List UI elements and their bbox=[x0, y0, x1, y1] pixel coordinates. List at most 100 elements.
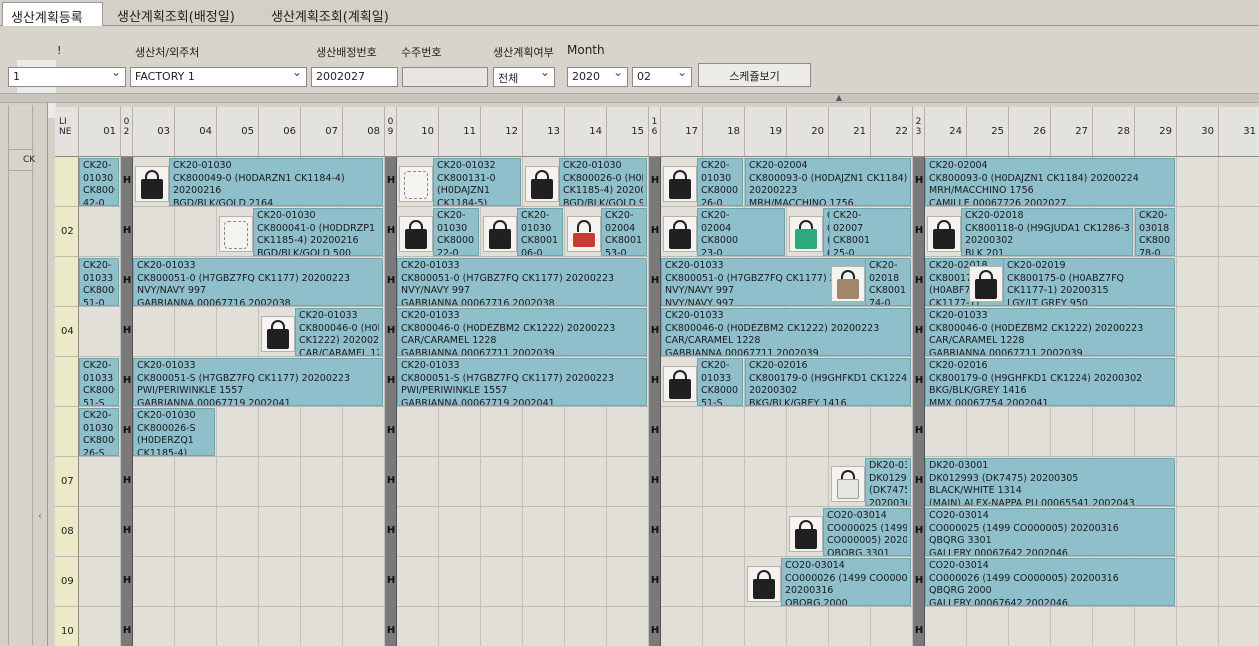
schedule-cell[interactable] bbox=[523, 457, 565, 507]
schedule-cell[interactable] bbox=[829, 607, 871, 646]
schedule-cell[interactable] bbox=[481, 457, 523, 507]
schedule-cell[interactable] bbox=[871, 607, 913, 646]
factory-select[interactable]: FACTORY 1 bbox=[130, 67, 307, 87]
schedule-cell[interactable] bbox=[745, 457, 787, 507]
panel-splitter[interactable]: ▲ bbox=[0, 93, 1259, 103]
line2-bar-d[interactable]: CK20- 02004 CK8001 53-0 bbox=[601, 208, 647, 256]
schedule-cell[interactable] bbox=[1135, 607, 1177, 646]
order-no-input[interactable] bbox=[402, 67, 488, 87]
schedule-cell[interactable] bbox=[343, 507, 385, 557]
line7-bar-a[interactable]: DK20-03001DK012993(DK7475)20200305 bbox=[865, 458, 911, 506]
schedule-cell[interactable] bbox=[79, 207, 121, 257]
collapse-up-icon[interactable]: ▲ bbox=[832, 93, 846, 102]
schedule-cell[interactable] bbox=[175, 607, 217, 646]
schedule-cell[interactable] bbox=[1219, 157, 1259, 207]
schedule-cell[interactable] bbox=[703, 457, 745, 507]
year-select[interactable]: 2020 bbox=[567, 67, 628, 87]
schedule-cell[interactable] bbox=[439, 507, 481, 557]
schedule-cell[interactable] bbox=[175, 507, 217, 557]
tab-plan-query-assign[interactable]: 생산계획조회(배정일) bbox=[109, 2, 259, 26]
schedule-cell[interactable] bbox=[967, 407, 1009, 457]
schedule-cell[interactable] bbox=[1219, 307, 1259, 357]
line5-bar-c[interactable]: CK20-01033 CK800051-S (H7GBZ7FQ CK1177) 2… bbox=[397, 358, 647, 406]
schedule-cell[interactable] bbox=[397, 457, 439, 507]
expand-left-icon[interactable]: ‹ bbox=[38, 511, 46, 529]
schedule-cell[interactable] bbox=[925, 607, 967, 646]
schedule-cell[interactable] bbox=[397, 407, 439, 457]
schedule-cell[interactable] bbox=[703, 607, 745, 646]
schedule-cell[interactable] bbox=[217, 407, 259, 457]
schedule-cell[interactable] bbox=[661, 457, 703, 507]
schedule-cell[interactable] bbox=[565, 457, 607, 507]
line1-bar-g[interactable]: CK20-02004 CK800093-0 (H0DAJZN1 CK1184) 2… bbox=[925, 158, 1175, 206]
schedule-cell[interactable] bbox=[79, 607, 121, 646]
line2-bar-i[interactable]: CK20-03018CK800278-0 bbox=[1135, 208, 1175, 256]
schedule-cell[interactable] bbox=[925, 407, 967, 457]
schedule-cell[interactable] bbox=[133, 507, 175, 557]
line2-bar-h[interactable]: CK20-02018 CK800118-0 (H9GJUDA1 CK1286-3)… bbox=[961, 208, 1133, 256]
schedule-cell[interactable] bbox=[1219, 457, 1259, 507]
schedule-cell[interactable] bbox=[1009, 607, 1051, 646]
schedule-cell[interactable] bbox=[175, 207, 217, 257]
schedule-cell[interactable] bbox=[439, 407, 481, 457]
schedule-cell[interactable] bbox=[343, 407, 385, 457]
line3-bar-c[interactable]: CK20-01033 CK800051-0 (H7GBZ7FQ CK1177) 2… bbox=[397, 258, 647, 306]
schedule-cell[interactable] bbox=[1177, 257, 1219, 307]
schedule-cell[interactable] bbox=[217, 507, 259, 557]
schedule-cell[interactable] bbox=[1177, 607, 1219, 646]
line2-bar-a[interactable]: CK20-01030 CK800041-0 (H0DDRZP1 CK1185-4) … bbox=[253, 208, 383, 256]
schedule-cell[interactable] bbox=[133, 207, 175, 257]
schedule-cell[interactable] bbox=[1177, 457, 1219, 507]
schedule-cell[interactable] bbox=[259, 457, 301, 507]
line3-bar-g[interactable]: CK20-02019 CK800175-0 (H0ABZ7FQ CK1177-1) … bbox=[1003, 258, 1175, 306]
schedule-cell[interactable] bbox=[1219, 357, 1259, 407]
tab-plan-register[interactable]: 생산계획등록 bbox=[2, 2, 103, 26]
line5-bar-b[interactable]: CK20-01033 CK800051-S (H7GBZ7FQ CK1177) 2… bbox=[133, 358, 383, 406]
schedule-cell[interactable] bbox=[301, 557, 343, 607]
schedule-cell[interactable] bbox=[133, 607, 175, 646]
schedule-cell[interactable] bbox=[1093, 607, 1135, 646]
line8-bar-a[interactable]: CO20-03014CO000025 (1499CO000005) 202003… bbox=[823, 508, 911, 556]
line7-bar-b[interactable]: DK20-03001 DK012993 (DK7475) 20200305 BLAC… bbox=[925, 458, 1175, 506]
schedule-cell[interactable] bbox=[703, 407, 745, 457]
schedule-cell[interactable] bbox=[217, 607, 259, 646]
line5-bar-e[interactable]: CK20-02016 CK800179-0 (H9GHFKD1 CK1224) 20… bbox=[745, 358, 911, 406]
schedule-cell[interactable] bbox=[745, 607, 787, 646]
schedule-cell[interactable] bbox=[1219, 257, 1259, 307]
schedule-cell[interactable] bbox=[301, 607, 343, 646]
schedule-cell[interactable] bbox=[217, 557, 259, 607]
line3-bar-b[interactable]: CK20-01033 CK800051-0 (H7GBZ7FQ CK1177) 2… bbox=[133, 258, 383, 306]
schedule-cell[interactable] bbox=[829, 407, 871, 457]
schedule-cell[interactable] bbox=[1009, 407, 1051, 457]
schedule-cell[interactable] bbox=[703, 507, 745, 557]
first-select[interactable]: 1 bbox=[8, 67, 126, 87]
schedule-cell[interactable] bbox=[661, 407, 703, 457]
schedule-cell[interactable] bbox=[1051, 607, 1093, 646]
schedule-cell[interactable] bbox=[1177, 207, 1219, 257]
schedule-cell[interactable] bbox=[259, 507, 301, 557]
schedule-cell[interactable] bbox=[787, 407, 829, 457]
schedule-cell[interactable] bbox=[523, 607, 565, 646]
schedule-cell[interactable] bbox=[343, 607, 385, 646]
line2-bar-c[interactable]: CK20- 01030 CK8001 06-0 bbox=[517, 208, 563, 256]
schedule-cell[interactable] bbox=[607, 557, 649, 607]
line1-bar-e[interactable]: CK20- 01030 CK8000 26-0 bbox=[697, 158, 743, 206]
schedule-cell[interactable] bbox=[439, 557, 481, 607]
schedule-cell[interactable] bbox=[79, 507, 121, 557]
schedule-cell[interactable] bbox=[397, 507, 439, 557]
line2-bar-g[interactable]: CK20- 02007 CK8001 25-0 bbox=[829, 208, 911, 256]
schedule-cell[interactable] bbox=[565, 557, 607, 607]
schedule-cell[interactable] bbox=[1219, 557, 1259, 607]
schedule-cell[interactable] bbox=[481, 407, 523, 457]
line5-bar-f[interactable]: CK20-02016 CK800179-0 (H9GHFKD1 CK1224) 2… bbox=[925, 358, 1175, 406]
schedule-cell[interactable] bbox=[1177, 307, 1219, 357]
month-select[interactable]: 02 bbox=[632, 67, 692, 87]
line9-bar-a[interactable]: CO20-03014CO000026 (1499 CO000005)202003… bbox=[781, 558, 911, 606]
schedule-cell[interactable] bbox=[175, 557, 217, 607]
schedule-cell[interactable] bbox=[565, 407, 607, 457]
schedule-cell[interactable] bbox=[523, 407, 565, 457]
plan-flag-select[interactable]: 전체 bbox=[493, 67, 555, 87]
schedule-cell[interactable] bbox=[1177, 557, 1219, 607]
schedule-cell[interactable] bbox=[301, 507, 343, 557]
schedule-cell[interactable] bbox=[301, 457, 343, 507]
